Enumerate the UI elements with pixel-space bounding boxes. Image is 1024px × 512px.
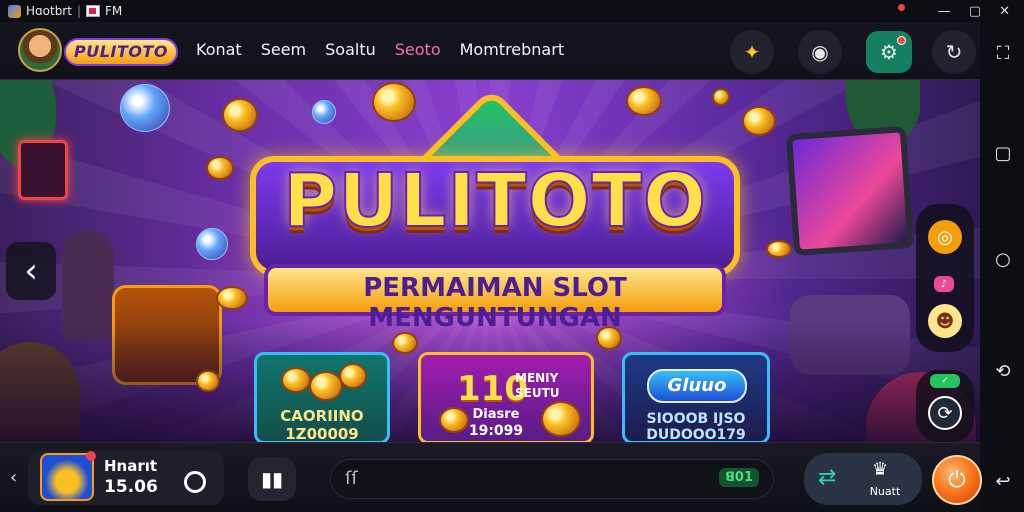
chevron-left-icon[interactable]: ‹	[10, 467, 17, 488]
app-header: PULITOTO Konat Seem Soaltu Seoto Momtreb…	[0, 22, 980, 80]
promo-card-coins[interactable]: CAORIINO 1Z00009	[254, 352, 390, 442]
pause-button[interactable]: ▮▮	[248, 457, 296, 501]
star-button[interactable]: ✦	[730, 30, 774, 74]
back-icon[interactable]: ↩	[992, 470, 1014, 492]
promo-card-title: Diasre	[472, 407, 520, 422]
promo-card-title: CAORIINO	[280, 407, 364, 425]
bottom-bar: ‹ Hnarıt 15.06 ▮▮ ſſ ꓭ01 ⇄ ♛ Nuatt ⏻	[0, 442, 982, 512]
restore-icon[interactable]: ▢	[969, 4, 981, 19]
target-icon[interactable]: ◎	[928, 220, 962, 254]
coin-icon	[541, 401, 581, 437]
coin-icon	[372, 82, 416, 122]
banner-subtitle: PERMAIMAN SLOT MENGUNTUNGAN	[363, 273, 627, 333]
tag-icon[interactable]: ✓	[930, 374, 960, 388]
app-icon	[8, 4, 21, 18]
notification-dot	[898, 4, 905, 11]
chat-input[interactable]: ſſ ꓭ01	[330, 459, 774, 499]
system-sidebar: ⛶ ▢ ○ ⟲ ↩	[980, 22, 1024, 512]
settings-badge	[897, 36, 906, 45]
home-circle-icon[interactable]: ○	[992, 248, 1014, 270]
banner-title: PULITOTO	[282, 157, 707, 245]
pause-icon: ▮▮	[260, 467, 283, 491]
bubble-icon	[312, 100, 336, 124]
settings-button[interactable]: ⚙	[866, 31, 912, 73]
power-icon: ⏻	[948, 467, 966, 493]
nav-item-soaltu[interactable]: Soaltu	[325, 40, 376, 59]
gamepad-icon: ◉	[811, 40, 829, 64]
nav-item-momtrebnart[interactable]: Momtrebnart	[460, 40, 564, 59]
square-icon[interactable]: ▢	[992, 142, 1014, 164]
promo-card-value: 1Z00009	[285, 425, 359, 442]
neon-sign-decoration	[18, 140, 68, 200]
coin-icon	[626, 86, 662, 116]
tv-screen-decoration	[785, 125, 915, 257]
coin-icon	[339, 363, 367, 389]
chat-input-text: ſſ	[345, 468, 358, 489]
action-combo-button[interactable]: ⇄ ♛ Nuatt	[804, 453, 922, 505]
minimize-icon[interactable]: —	[938, 4, 951, 19]
trophy-icon: ♛	[872, 459, 889, 480]
promo-card-value: 19:099	[468, 423, 524, 439]
separator: |	[76, 4, 81, 18]
combo-label: Nuatt	[869, 485, 901, 498]
promo-card-title: SIOOOB IJSO	[646, 411, 746, 427]
refresh-icon[interactable]: ⟳	[928, 396, 962, 430]
coin-icon	[216, 286, 248, 310]
nav-item-seem[interactable]: Seem	[261, 40, 306, 59]
nav-item-seoto[interactable]: Seoto	[395, 40, 441, 59]
coin-icon	[742, 106, 776, 136]
coin-icon	[766, 240, 792, 258]
session-user: Hnarıt	[104, 457, 158, 475]
gamepad-button[interactable]: ◉	[798, 30, 842, 74]
coin-icon	[281, 367, 311, 393]
avatar[interactable]	[18, 28, 62, 72]
timer-icon[interactable]	[184, 471, 206, 493]
nav-item-konat[interactable]: Konat	[196, 40, 242, 59]
mascot-icon[interactable]: ☻	[928, 304, 962, 338]
floating-toolbar: ◎ ♪ ☻	[916, 204, 974, 352]
fm-label: FM	[105, 4, 123, 18]
floating-toolbar-secondary: ✓ ⟳	[916, 370, 974, 442]
chevron-left-icon: ‹	[24, 251, 38, 291]
coin-icon	[309, 371, 343, 401]
session-time: 15.06	[104, 477, 158, 497]
power-button[interactable]: ⏻	[932, 455, 982, 505]
game-badge	[86, 451, 96, 461]
swap-arrows-icon: ⇄	[818, 465, 837, 490]
chat-icon[interactable]: ♪	[934, 276, 954, 292]
coin-icon	[206, 156, 234, 180]
promo-card-bonus[interactable]: 110 MENIY SEUTU Diasre 19:099	[418, 352, 594, 442]
promo-card-tag-line1: MENIY	[515, 371, 559, 385]
share-icon: ↻	[945, 40, 963, 64]
brand-logo[interactable]: PULITOTO	[64, 38, 178, 66]
promo-card-logo: Gluuo	[647, 369, 747, 403]
app-name: Hɑotbrt	[26, 4, 72, 18]
share-button[interactable]: ↻	[932, 30, 976, 74]
promo-card-tag-line2: SEUTU	[515, 386, 560, 400]
expand-icon[interactable]: ⛶	[992, 42, 1014, 64]
game-thumbnail[interactable]	[40, 453, 94, 501]
star-icon: ✦	[743, 40, 761, 64]
settings-icon: ⚙	[880, 40, 898, 64]
fm-icon	[86, 5, 100, 17]
promo-card-tag: MENIY SEUTU	[515, 371, 560, 401]
promo-card-brand[interactable]: Gluuo SIOOOB IJSO DUDOOO179	[622, 352, 770, 442]
promo-card-value: DUDOOO179	[646, 427, 746, 442]
hero-banner[interactable]: PULITOTO PERMAIMAN SLOT MENGUNTUNGAN CAO…	[0, 80, 980, 442]
chat-input-badge: ꓭ01	[719, 468, 759, 487]
bubble-icon	[196, 228, 228, 260]
coin-icon	[196, 370, 220, 392]
rotate-icon[interactable]: ⟲	[992, 360, 1014, 382]
bubble-icon	[120, 84, 170, 132]
back-button[interactable]: ‹	[6, 242, 56, 300]
title-plate: PULITOTO PERMAIMAN SLOT MENGUNTUNGAN	[250, 87, 740, 336]
close-icon[interactable]: ✕	[999, 4, 1010, 19]
main-nav: Konat Seem Soaltu Seoto Momtrebnart	[196, 40, 564, 59]
coin-icon	[222, 98, 258, 132]
status-bar: Hɑotbrt | FM — ▢ ✕	[0, 0, 1024, 22]
coin-icon	[712, 88, 730, 106]
